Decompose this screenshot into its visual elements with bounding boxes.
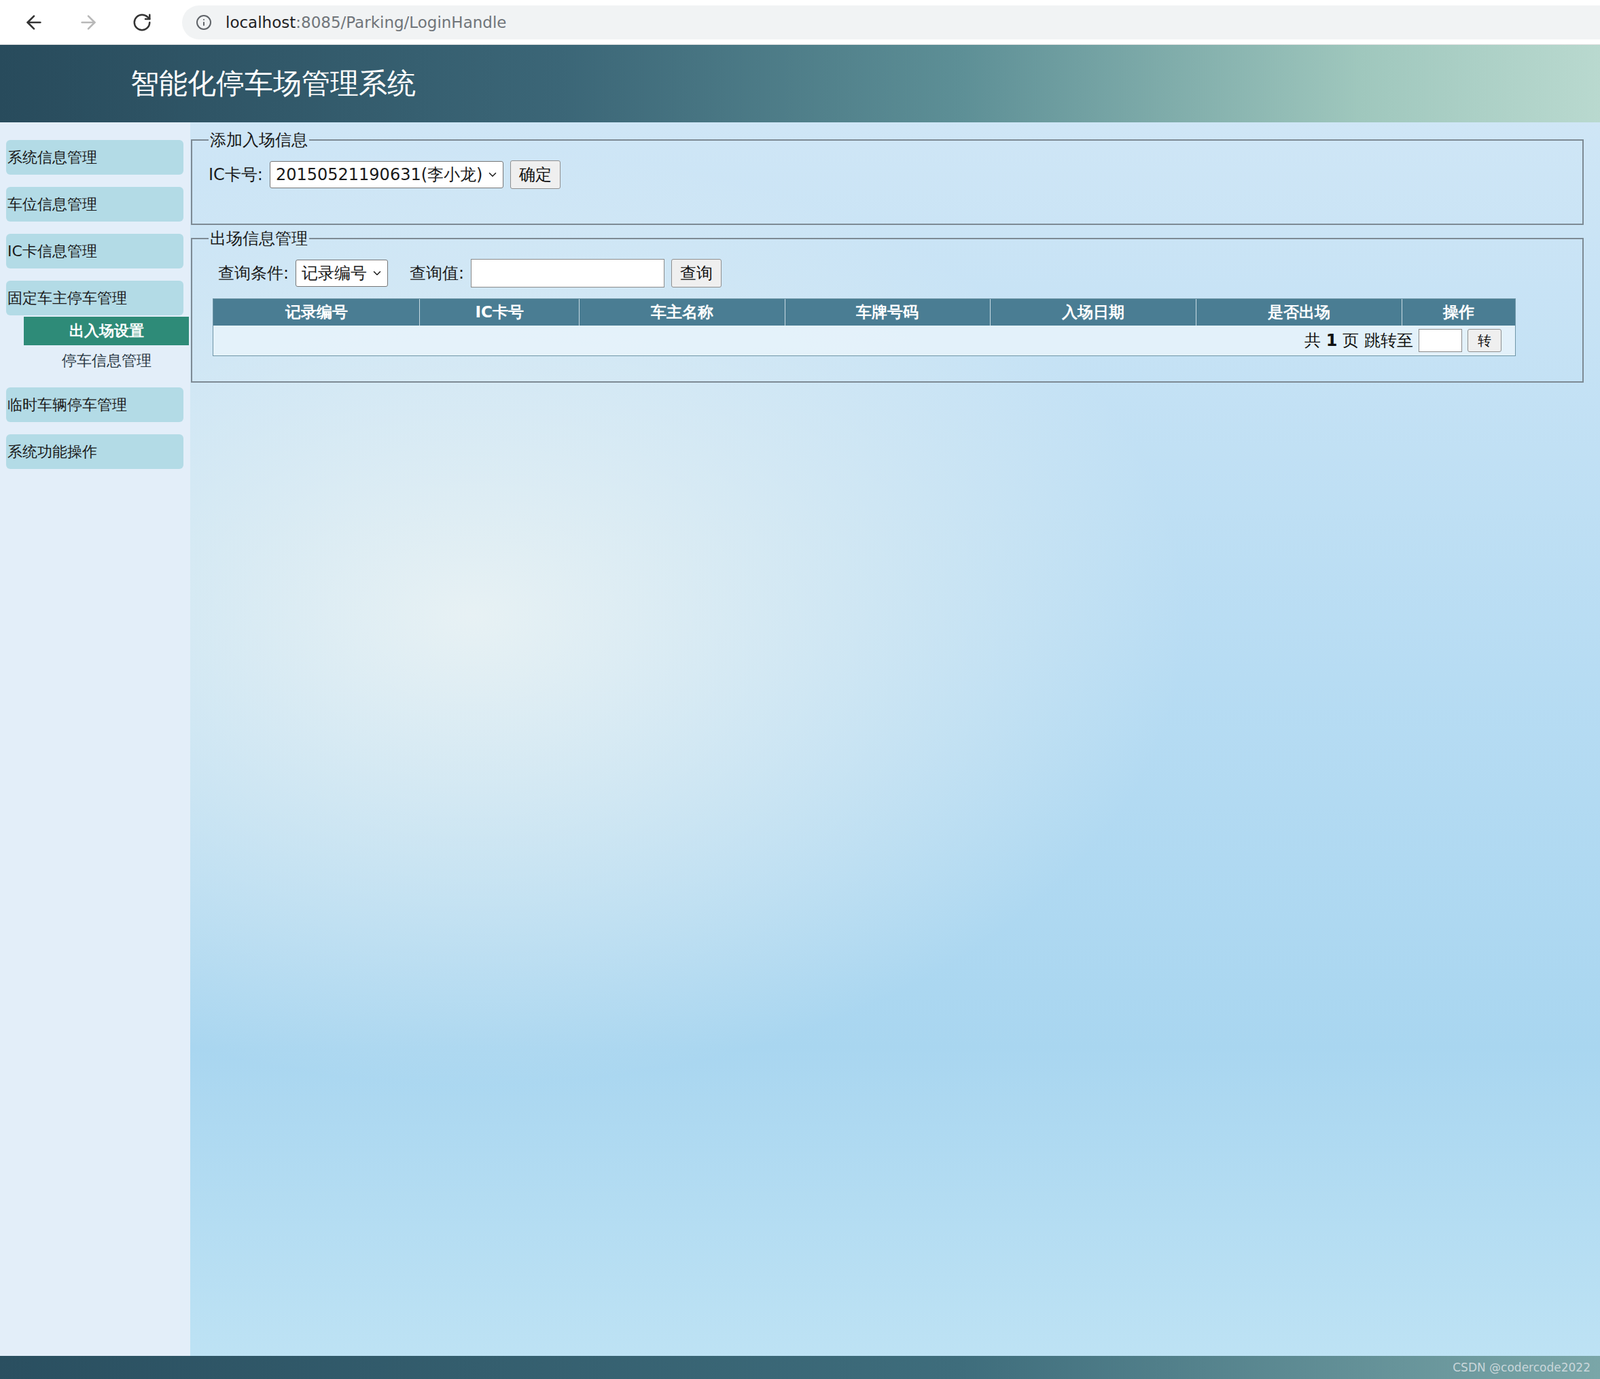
watermark: CSDN @codercode2022 bbox=[1452, 1360, 1591, 1374]
sidebar-group: 固定车主停车管理出入场设置停车信息管理 bbox=[6, 280, 191, 376]
sidebar-subitem[interactable]: 停车信息管理 bbox=[23, 346, 189, 376]
condition-select[interactable]: 记录编号 bbox=[295, 259, 388, 287]
url-host: localhost bbox=[225, 13, 296, 32]
page-count: 1 bbox=[1326, 330, 1338, 350]
reload-icon bbox=[131, 12, 153, 33]
pager-suffix: 页 跳转至 bbox=[1342, 329, 1414, 352]
back-button[interactable] bbox=[20, 8, 48, 37]
sidebar-item[interactable]: 系统功能操作 bbox=[6, 434, 184, 469]
condition-label: 查询条件: bbox=[218, 262, 289, 284]
chevron-down-icon bbox=[370, 267, 384, 280]
forward-button[interactable] bbox=[74, 8, 102, 37]
app-body: 系统信息管理车位信息管理IC卡信息管理固定车主停车管理出入场设置停车信息管理临时… bbox=[0, 122, 1600, 1356]
chevron-down-icon bbox=[486, 168, 499, 181]
app-footer: CSDN @codercode2022 bbox=[0, 1355, 1600, 1379]
column-header: 操作 bbox=[1401, 298, 1516, 326]
sidebar-group: 系统信息管理 bbox=[6, 139, 191, 175]
page-input[interactable] bbox=[1418, 328, 1463, 352]
sidebar-group: 临时车辆停车管理 bbox=[6, 387, 191, 422]
browser-toolbar: localhost:8085/Parking/LoginHandle bbox=[0, 0, 1600, 45]
ic-card-label: IC卡号: bbox=[208, 163, 263, 186]
table-header: 记录编号IC卡号车主名称车牌号码入场日期是否出场操作 bbox=[213, 298, 1516, 326]
url-path: :8085/Parking/LoginHandle bbox=[295, 13, 507, 32]
sidebar-group: 车位信息管理 bbox=[6, 186, 191, 222]
query-value-label: 查询值: bbox=[409, 262, 465, 284]
forward-arrow-icon bbox=[77, 11, 100, 34]
info-icon bbox=[195, 14, 212, 31]
column-header: IC卡号 bbox=[419, 298, 579, 326]
column-header: 是否出场 bbox=[1195, 298, 1402, 326]
address-bar[interactable]: localhost:8085/Parking/LoginHandle bbox=[182, 5, 1600, 40]
exit-legend: 出场信息管理 bbox=[208, 227, 310, 250]
confirm-button[interactable]: 确定 bbox=[510, 160, 561, 189]
column-header: 车主名称 bbox=[578, 298, 785, 326]
entry-legend: 添加入场信息 bbox=[208, 129, 310, 151]
reload-button[interactable] bbox=[129, 9, 155, 36]
column-header: 记录编号 bbox=[213, 298, 420, 326]
go-button[interactable]: 转 bbox=[1467, 328, 1502, 352]
page: localhost:8085/Parking/LoginHandle 智能化停车场… bbox=[0, 0, 1600, 1379]
pager: 共1页 跳转至 转 bbox=[213, 325, 1516, 356]
sidebar-item[interactable]: 系统信息管理 bbox=[6, 139, 184, 175]
entry-fieldset: 添加入场信息 IC卡号: 20150521190631(李小龙) 确定 bbox=[190, 129, 1584, 225]
exit-fieldset: 出场信息管理查询条件:记录编号查询值:查询记录编号IC卡号车主名称车牌号码入场日… bbox=[190, 227, 1584, 383]
query-value-input[interactable] bbox=[470, 258, 665, 288]
condition-value: 记录编号 bbox=[301, 262, 367, 284]
url: localhost:8085/Parking/LoginHandle bbox=[225, 13, 507, 32]
column-header: 车牌号码 bbox=[784, 298, 990, 326]
query-button[interactable]: 查询 bbox=[671, 258, 722, 288]
sidebar-submenu: 出入场设置停车信息管理 bbox=[23, 316, 191, 376]
sidebar-item[interactable]: 车位信息管理 bbox=[6, 186, 184, 222]
app-title: 智能化停车场管理系统 bbox=[130, 64, 416, 103]
sidebar-group: IC卡信息管理 bbox=[6, 233, 191, 269]
sidebar-item[interactable]: IC卡信息管理 bbox=[6, 233, 184, 269]
pager-prefix: 共 bbox=[1304, 329, 1321, 352]
exit-table: 记录编号IC卡号车主名称车牌号码入场日期是否出场操作共1页 跳转至 转 bbox=[212, 298, 1516, 357]
entry-row: IC卡号: 20150521190631(李小龙) 确定 bbox=[208, 160, 1567, 189]
sidebar-subitem[interactable]: 出入场设置 bbox=[23, 316, 189, 346]
sidebar-item[interactable]: 固定车主停车管理 bbox=[6, 280, 184, 316]
app-header: 智能化停车场管理系统 bbox=[0, 44, 1600, 123]
sidebar: 系统信息管理车位信息管理IC卡信息管理固定车主停车管理出入场设置停车信息管理临时… bbox=[0, 122, 191, 1356]
column-header: 入场日期 bbox=[989, 298, 1196, 326]
background-photo: 添加入场信息 IC卡号: 20150521190631(李小龙) 确定出场信息管理查询… bbox=[190, 122, 1600, 1356]
ic-card-value: 20150521190631(李小龙) bbox=[275, 163, 484, 186]
sidebar-group: 系统功能操作 bbox=[6, 434, 191, 469]
ic-card-select[interactable]: 20150521190631(李小龙) bbox=[269, 161, 505, 189]
query-row: 查询条件: 记录编号 查询值: 查询 bbox=[208, 258, 1567, 288]
back-arrow-icon bbox=[23, 11, 45, 34]
sidebar-item[interactable]: 临时车辆停车管理 bbox=[6, 387, 184, 422]
